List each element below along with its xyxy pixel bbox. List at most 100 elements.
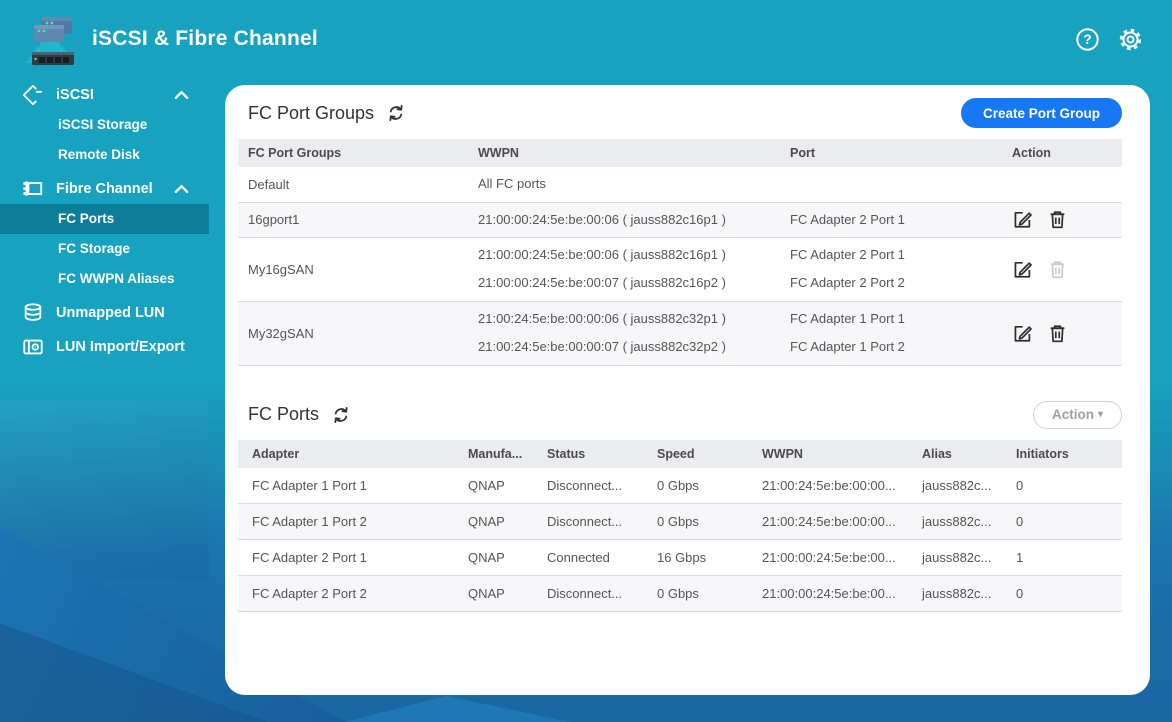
lun-import-export-icon: [22, 336, 44, 358]
port-group-name: My16gSAN: [248, 261, 314, 277]
fc-port-speed: 16 Gbps: [657, 550, 707, 565]
sidebar-item-iscsi[interactable]: iSCSI: [0, 80, 209, 110]
create-port-group-button[interactable]: Create Port Group: [960, 98, 1122, 128]
port-group-name: 16gport1: [248, 212, 300, 227]
fc-port-alias: jauss882c...: [922, 586, 992, 601]
fc-port-groups-table-header: FC Port Groups WWPN Port Action: [238, 139, 1122, 167]
fc-ports-table-header: Adapter Manufa... Status Speed WWPN Alia…: [238, 439, 1122, 468]
port-group-name: My32gSAN: [248, 325, 314, 341]
svg-text:?: ?: [1083, 32, 1091, 47]
fc-port-wwpn: 21:00:24:5e:be:00:00...: [762, 514, 896, 529]
column-header-adapter: Adapter: [238, 439, 468, 468]
trash-icon[interactable]: [1047, 209, 1068, 230]
port-group-wwpn: 21:00:00:24:5e:be:00:06 ( jauss882c16p1 …: [478, 211, 726, 227]
chevron-up-icon[interactable]: [174, 184, 189, 194]
fc-port-status: Disconnect...: [547, 586, 623, 601]
trash-icon: [1047, 259, 1068, 280]
action-dropdown-button[interactable]: Action ▾: [1032, 400, 1122, 429]
sidebar-item-fc-storage[interactable]: FC Storage: [0, 234, 209, 264]
fc-port-row[interactable]: FC Adapter 2 Port 1 QNAP Connected 16 Gbps 2…: [238, 540, 1122, 576]
fc-port-adapter: FC Adapter 1 Port 1: [252, 477, 367, 493]
sidebar-item-label: Unmapped LUN: [56, 305, 165, 321]
fc-port-adapter: FC Adapter 1 Port 2: [252, 514, 367, 529]
column-header-fc-port-groups: FC Port Groups: [238, 139, 478, 167]
sidebar-item-fc-wwpn-aliases[interactable]: FC WWPN Aliases: [0, 264, 209, 294]
port-group-row[interactable]: My32gSAN 21:00:24:5e:be:00:00:06 ( jauss8…: [238, 301, 1122, 365]
fc-port-alias: jauss882c...: [922, 477, 992, 493]
port-group-wwpn: 21:00:00:24:5e:be:00:06 ( jauss882c16p1 …: [478, 247, 726, 290]
fc-port-manufacturer: QNAP: [468, 550, 505, 565]
sidebar-item-label: LUN Import/Export: [56, 339, 185, 355]
port-group-wwpn: 21:00:24:5e:be:00:00:06 ( jauss882c32p1 …: [478, 311, 726, 354]
chevron-up-icon[interactable]: [174, 90, 189, 100]
caret-down-icon: ▾: [1097, 408, 1103, 420]
edit-icon[interactable]: [1012, 259, 1033, 280]
column-header-manufacturer: Manufa...: [468, 439, 547, 468]
content-panel: FC Port Groups Create Port Group FC Port…: [225, 85, 1150, 695]
column-header-port: Port: [790, 139, 1012, 167]
port-group-port: FC Adapter 1 Port 1 FC Adapter 1 Port 2: [790, 311, 905, 354]
gear-icon[interactable]: [1117, 26, 1144, 53]
fc-port-groups-title: FC Port Groups: [248, 102, 375, 123]
sidebar: iSCSI iSCSI Storage Remote Disk Fibre Chann…: [0, 80, 209, 362]
sidebar-item-label: iSCSI: [56, 87, 94, 103]
sidebar-item-lun-import-export[interactable]: LUN Import/Export: [0, 332, 209, 362]
fc-port-status: Disconnect...: [547, 477, 623, 493]
column-header-wwpn: WWPN: [478, 139, 790, 167]
fc-port-row[interactable]: FC Adapter 1 Port 2 QNAP Disconnect... 0 Gb…: [238, 503, 1122, 540]
edit-icon[interactable]: [1012, 323, 1033, 344]
sidebar-item-remote-disk[interactable]: Remote Disk: [0, 140, 209, 170]
sidebar-item-label: Fibre Channel: [56, 181, 153, 197]
column-header-speed: Speed: [657, 439, 762, 468]
port-group-wwpn: All FC ports: [478, 176, 546, 192]
port-group-name: Default: [248, 176, 290, 192]
sidebar-item-fc-ports[interactable]: FC Ports: [0, 204, 209, 234]
fc-port-row[interactable]: FC Adapter 2 Port 2 QNAP Disconnect... 0 Gb…: [238, 575, 1122, 612]
edit-icon[interactable]: [1012, 209, 1033, 230]
port-group-actions: [1012, 301, 1122, 365]
fc-port-initiators: 0: [1016, 586, 1024, 601]
fc-port-initiators: 0: [1016, 514, 1024, 529]
sidebar-item-iscsi-storage[interactable]: iSCSI Storage: [0, 110, 209, 140]
fc-port-initiators: 1: [1016, 550, 1024, 565]
port-group-actions: [1012, 237, 1122, 301]
port-group-row[interactable]: 16gport1 21:00:00:24:5e:be:00:06 ( jauss8…: [238, 202, 1122, 237]
fibre-channel-icon: [22, 178, 44, 200]
fc-port-speed: 0 Gbps: [657, 514, 699, 529]
fc-port-manufacturer: QNAP: [468, 586, 505, 601]
fc-port-groups-section: FC Port Groups Create Port Group FC Port…: [225, 85, 1150, 366]
app-logo-icon: [22, 11, 78, 67]
fc-port-adapter: FC Adapter 2 Port 1: [252, 550, 367, 565]
port-group-port: [790, 167, 1012, 202]
column-header-status: Status: [547, 439, 657, 468]
fc-port-manufacturer: QNAP: [468, 477, 505, 493]
fc-ports-section: FC Ports Action ▾ Adapter Manufa... Stat…: [225, 388, 1150, 613]
column-header-wwpn: WWPN: [762, 439, 922, 468]
port-group-port: FC Adapter 2 Port 1: [790, 211, 905, 227]
fc-port-speed: 0 Gbps: [657, 586, 699, 601]
fc-port-status: Connected: [547, 550, 610, 565]
help-icon[interactable]: ?: [1074, 26, 1101, 53]
port-group-actions: [1012, 202, 1122, 237]
fc-port-initiators: 0: [1016, 477, 1024, 493]
fc-port-manufacturer: QNAP: [468, 514, 505, 529]
fc-port-speed: 0 Gbps: [657, 477, 699, 493]
trash-icon[interactable]: [1047, 323, 1068, 344]
fc-ports-table: Adapter Manufa... Status Speed WWPN Alia…: [238, 439, 1122, 613]
fc-port-row[interactable]: FC Adapter 1 Port 1 QNAP Disconnect... 0 Gb…: [238, 468, 1122, 504]
column-header-alias: Alias: [922, 439, 1016, 468]
refresh-icon[interactable]: [331, 405, 351, 425]
refresh-icon[interactable]: [386, 103, 406, 123]
port-group-row[interactable]: Default All FC ports: [238, 167, 1122, 202]
fc-port-wwpn: 21:00:24:5e:be:00:00...: [762, 477, 896, 493]
fc-ports-title: FC Ports: [248, 404, 320, 424]
column-header-initiators: Initiators: [1016, 439, 1122, 468]
fc-port-wwpn: 21:00:00:24:5e:be:00...: [762, 550, 896, 565]
port-group-actions: [1012, 167, 1122, 202]
column-header-action: Action: [1012, 139, 1122, 167]
port-group-row[interactable]: My16gSAN 21:00:00:24:5e:be:00:06 ( jauss8…: [238, 237, 1122, 301]
sidebar-item-unmapped-lun[interactable]: Unmapped LUN: [0, 298, 209, 328]
app-title: iSCSI & Fibre Channel: [92, 27, 318, 50]
sidebar-item-fibre-channel[interactable]: Fibre Channel: [0, 174, 209, 204]
fc-port-alias: jauss882c...: [922, 550, 992, 565]
